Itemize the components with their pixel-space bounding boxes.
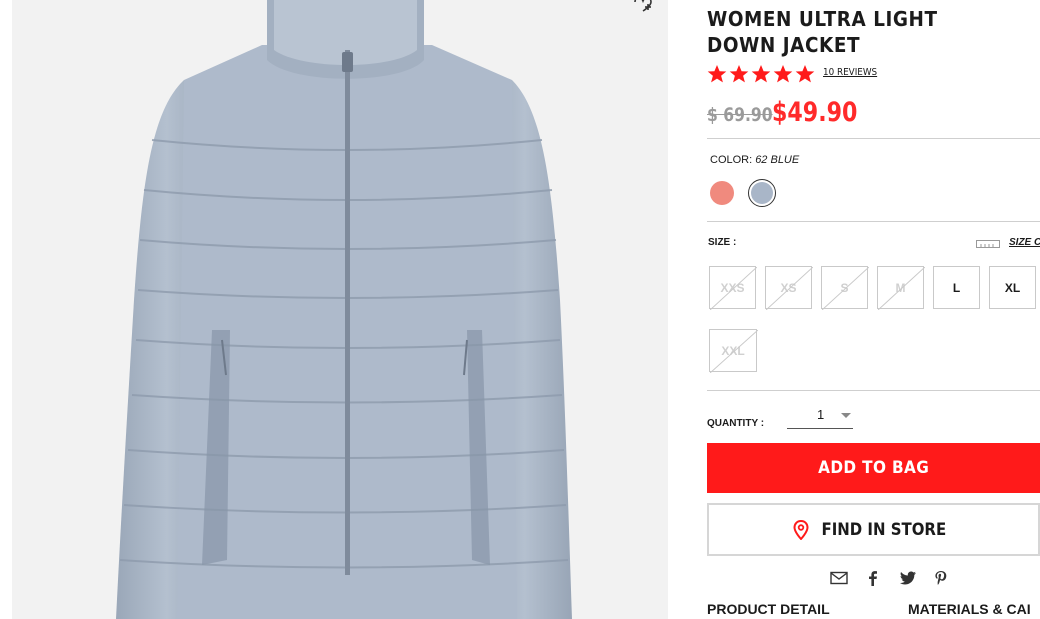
size-option-m[interactable]: M bbox=[877, 266, 925, 310]
color-label-text: COLOR: bbox=[710, 154, 753, 166]
divider bbox=[707, 390, 1040, 391]
pinterest-icon[interactable] bbox=[932, 570, 950, 586]
location-pin-icon bbox=[793, 519, 809, 540]
quantity-value: 1 bbox=[817, 407, 825, 422]
add-to-wishlist-icon[interactable] bbox=[632, 0, 654, 12]
size-option-s[interactable]: S bbox=[821, 266, 869, 310]
quantity-select[interactable]: 1 bbox=[787, 403, 853, 429]
add-to-bag-button[interactable]: ADD TO BAG bbox=[707, 443, 1040, 493]
chevron-down-icon bbox=[841, 413, 851, 418]
find-in-store-label: FIND IN STORE bbox=[821, 519, 946, 540]
color-label: COLOR: 62 BLUE bbox=[710, 154, 799, 166]
facebook-icon[interactable] bbox=[864, 570, 882, 586]
size-option-xxs[interactable]: XXS bbox=[709, 266, 757, 310]
unavailable-slash-icon bbox=[878, 267, 925, 310]
size-chart-link[interactable]: SIZE C bbox=[1009, 237, 1040, 248]
star-icon bbox=[773, 65, 793, 83]
color-swatch-coral[interactable] bbox=[710, 181, 734, 205]
quantity-label: QUANTITY : bbox=[707, 418, 765, 429]
divider bbox=[707, 221, 1040, 222]
color-swatch-62-blue[interactable] bbox=[751, 182, 773, 204]
jacket-illustration bbox=[116, 0, 572, 619]
divider bbox=[707, 138, 1040, 139]
size-option-xxl[interactable]: XXL bbox=[709, 329, 758, 373]
product-title: WOMEN ULTRA LIGHT DOWN JACKET bbox=[707, 7, 938, 57]
star-icon bbox=[729, 65, 749, 83]
reviews-link[interactable]: 10 REVIEWS bbox=[823, 67, 877, 78]
add-to-bag-label: ADD TO BAG bbox=[817, 458, 930, 478]
email-icon[interactable] bbox=[830, 570, 848, 586]
original-price: $ 69.90 bbox=[707, 104, 773, 126]
find-in-store-button[interactable]: FIND IN STORE bbox=[707, 503, 1040, 556]
star-icon bbox=[795, 65, 815, 83]
rating-stars bbox=[707, 64, 815, 84]
unavailable-slash-icon bbox=[710, 267, 757, 310]
star-icon bbox=[707, 65, 727, 83]
sale-price: $49.90 bbox=[772, 97, 858, 128]
selected-color-name: 62 BLUE bbox=[755, 154, 800, 166]
unavailable-slash-icon bbox=[822, 267, 869, 310]
size-option-label: L bbox=[952, 280, 961, 295]
tab-materials-care[interactable]: MATERIALS & CAI bbox=[908, 601, 1031, 617]
size-option-label: XL bbox=[1004, 280, 1021, 295]
ruler-icon[interactable] bbox=[976, 238, 1000, 248]
size-option-l[interactable]: L bbox=[933, 266, 980, 309]
tab-product-detail[interactable]: PRODUCT DETAIL bbox=[707, 601, 830, 617]
size-option-xs[interactable]: XS bbox=[765, 266, 813, 310]
unavailable-slash-icon bbox=[710, 330, 758, 373]
size-option-xl[interactable]: XL bbox=[989, 266, 1036, 309]
twitter-icon[interactable] bbox=[899, 570, 917, 586]
unavailable-slash-icon bbox=[766, 267, 813, 310]
star-icon bbox=[751, 65, 771, 83]
product-image[interactable] bbox=[12, 0, 668, 619]
size-label: SIZE : bbox=[708, 237, 737, 248]
